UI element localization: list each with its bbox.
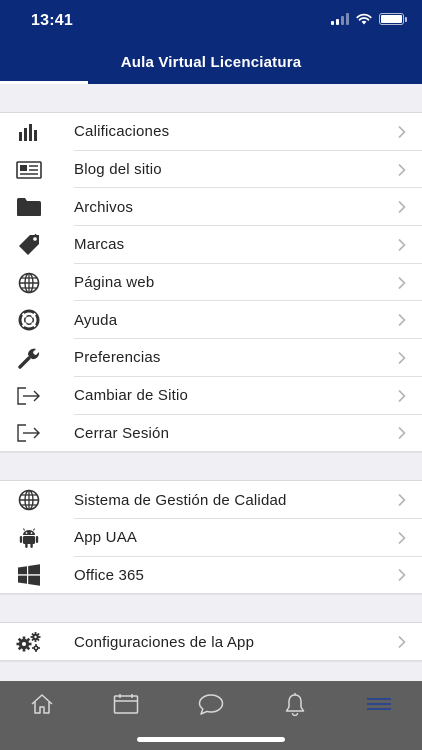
chevron-right-icon [398,493,406,507]
chevron-right-icon [398,238,406,251]
menu-item-ayuda[interactable]: Ayuda [0,301,422,340]
chevron-right-icon [398,569,406,582]
menu-item-label: Ayuda [74,311,118,329]
menu-item-label: Calificaciones [74,123,170,141]
menu-item-label: Blog del sitio [74,161,162,179]
tag-icon [16,233,42,256]
menu-item-office-365[interactable]: Office 365 [0,556,422,595]
page-title: Aula Virtual Licenciatura [120,54,302,71]
chevron-right-icon [398,276,406,289]
menu-section-settings: Configuraciones de la App [0,623,422,661]
menu-item-marcas[interactable]: Marcas [0,226,422,264]
android-icon [16,527,42,549]
menu-item-cambiar-sitio[interactable]: Cambiar de Sitio [0,376,422,415]
globe-icon [16,489,42,511]
section-spacer [0,594,422,624]
menu-item-blog[interactable]: Blog del sitio [0,150,422,189]
section-spacer [0,660,422,681]
chevron-right-icon [398,531,406,544]
chat-icon [198,694,224,715]
menu-item-label: Preferencias [74,349,161,367]
menu-item-calificaciones[interactable]: Calificaciones [0,113,422,151]
wifi-icon [356,13,372,25]
chevron-right-icon [398,314,406,327]
chevron-right-icon [398,351,406,365]
menu-section-main: Calificaciones Blog del sitio Archivos M… [0,113,422,453]
menu-item-preferencias[interactable]: Preferencias [0,339,422,377]
menu-item-label: Cambiar de Sitio [74,387,189,405]
menu-item-archivos[interactable]: Archivos [0,188,422,227]
menu-item-label: Página web [74,274,155,292]
sign-out-icon [16,422,42,444]
menu-item-label: App UAA [74,529,138,547]
section-spacer [0,452,422,482]
calendar-icon [113,694,139,714]
menu-icon [367,698,391,710]
newspaper-icon [16,159,42,181]
chevron-right-icon [398,389,406,402]
menu-item-label: Marcas [74,236,125,254]
gears-icon [16,631,42,653]
tab-messages[interactable] [189,689,233,719]
chevron-right-icon [398,636,406,649]
menu-section-links: Sistema de Gestión de Calidad App UAA Of… [0,481,422,595]
menu-item-label: Cerrar Sesión [74,424,170,442]
menu-item-app-uaa[interactable]: App UAA [0,518,422,557]
menu-item-configuraciones[interactable]: Configuraciones de la App [0,623,422,661]
menu-list: Calificaciones Blog del sitio Archivos M… [0,84,422,681]
signal-icon [331,13,349,25]
tab-more[interactable] [357,689,401,719]
menu-item-cerrar-sesion[interactable]: Cerrar Sesión [0,414,422,453]
menu-item-label: Configuraciones de la App [74,633,255,651]
home-indicator[interactable] [137,737,285,742]
bell-icon [285,693,305,716]
chevron-right-icon [398,201,406,214]
lifebuoy-icon [16,309,42,331]
menu-item-label: Sistema de Gestión de Calidad [74,491,287,509]
battery-icon [379,13,407,25]
section-spacer [0,84,422,113]
wrench-icon [16,347,42,369]
globe-icon [16,272,42,294]
menu-item-sistema-calidad[interactable]: Sistema de Gestión de Calidad [0,481,422,519]
tab-home[interactable] [20,689,64,719]
menu-item-label: Office 365 [74,566,145,584]
tab-calendar[interactable] [104,689,148,719]
app-header: 13:41 Aula Virtual Licenciatura [0,0,422,84]
menu-item-pagina-web[interactable]: Página web [0,263,422,302]
windows-icon [16,564,42,587]
bar-chart-icon [16,121,42,143]
sign-out-icon [16,385,42,407]
status-icons [331,13,407,25]
status-time: 13:41 [31,12,73,29]
tab-notifications[interactable] [273,689,317,719]
chevron-right-icon [398,427,406,440]
folder-icon [16,196,42,218]
menu-item-label: Archivos [74,198,134,216]
home-icon [31,694,53,714]
chevron-right-icon [398,163,406,176]
chevron-right-icon [398,125,406,138]
